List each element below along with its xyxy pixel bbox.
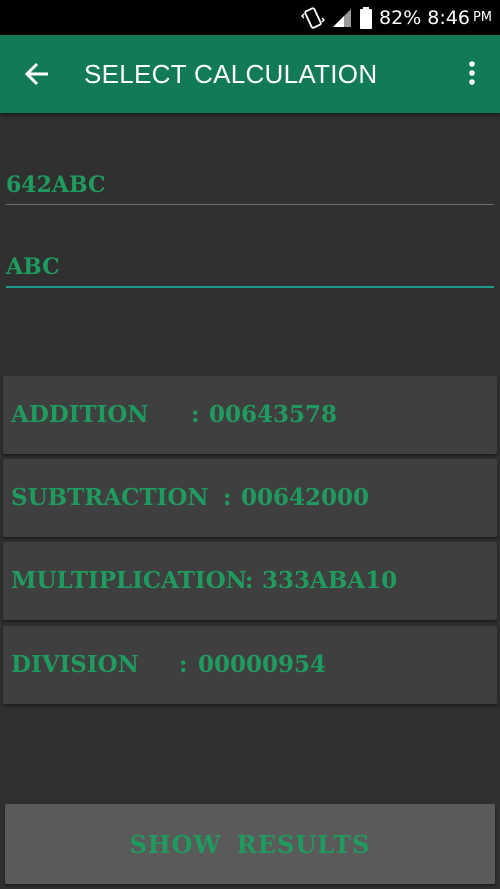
multiplication-label: MULTIPLICATION bbox=[11, 567, 247, 594]
addition-separator: : bbox=[191, 401, 200, 428]
signal-icon bbox=[333, 8, 352, 27]
division-value: 00000954 bbox=[198, 651, 327, 678]
battery-percent: 82% bbox=[379, 6, 422, 29]
addition-label: ADDITION bbox=[11, 401, 149, 428]
second-number-field[interactable]: ABC bbox=[6, 238, 494, 288]
app-bar: SELECT CALCULATION bbox=[0, 35, 500, 113]
subtraction-separator: : bbox=[223, 484, 232, 511]
battery-icon bbox=[360, 6, 373, 29]
division-label: DIVISION bbox=[11, 651, 139, 678]
subtraction-label: SUBTRACTION bbox=[11, 484, 209, 511]
vibrate-icon bbox=[301, 6, 326, 29]
back-button[interactable] bbox=[22, 59, 56, 89]
clock-time: 8:46 bbox=[427, 6, 470, 29]
overflow-menu-button[interactable] bbox=[466, 59, 478, 89]
subtraction-result-card[interactable]: SUBTRACTION : 00642000 bbox=[3, 459, 497, 537]
more-vert-icon bbox=[469, 61, 475, 85]
multiplication-separator: : bbox=[245, 567, 254, 594]
division-separator: : bbox=[179, 651, 188, 678]
addition-value: 00643578 bbox=[209, 401, 338, 428]
multiplication-result-card[interactable]: MULTIPLICATION : 333ABA10 bbox=[3, 542, 497, 620]
status-bar: 82% 8:46 PM bbox=[0, 0, 500, 35]
status-icons: 82% 8:46 PM bbox=[301, 0, 492, 35]
division-result-card[interactable]: DIVISION : 00000954 bbox=[3, 626, 497, 704]
multiplication-value: 333ABA10 bbox=[262, 567, 398, 594]
arrow-back-icon bbox=[24, 62, 48, 86]
first-number-field[interactable]: 642ABC bbox=[6, 155, 494, 205]
second-number-value: ABC bbox=[6, 254, 60, 280]
subtraction-value: 00642000 bbox=[241, 484, 370, 511]
page-title: SELECT CALCULATION bbox=[84, 59, 378, 89]
show-results-button[interactable]: SHOW RESULTS bbox=[5, 804, 495, 884]
addition-result-card[interactable]: ADDITION : 00643578 bbox=[3, 376, 497, 454]
first-number-value: 642ABC bbox=[6, 172, 106, 198]
clock-ampm: PM bbox=[472, 10, 492, 25]
